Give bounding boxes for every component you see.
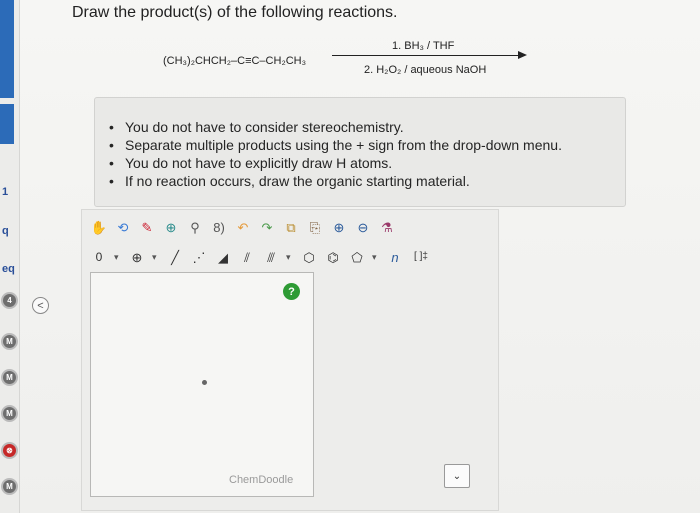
chevron-down-icon[interactable]: ▾ (286, 252, 294, 263)
reaction-arrow-head (518, 51, 527, 59)
flip-icon[interactable]: ⚲ (186, 218, 204, 236)
sidebar-label-2[interactable]: q (2, 225, 9, 237)
chevron-down-icon: ⌄ (452, 470, 462, 482)
sidebar-accent-mid (0, 104, 14, 144)
question-prompt: Draw the product(s) of the following rea… (72, 4, 398, 21)
sidebar-badge-4[interactable]: 4 (1, 292, 18, 309)
reactant-formula: (CH₃)₂CHCH₂–C≡C–CH₂CH₃ (163, 55, 307, 67)
hashed-bond-icon[interactable]: ⋰ (190, 248, 208, 266)
reagent-step-2: 2. H₂O₂ / aqueous NaOH (364, 64, 487, 76)
answer-dropdown[interactable]: ⌄ (444, 464, 470, 488)
sidebar-accent-top (0, 0, 14, 98)
chevron-down-icon[interactable]: ▾ (114, 252, 122, 263)
clean-icon[interactable]: ⚗ (378, 218, 396, 236)
editor-toolbar-top: ✋ ⟲ ✎ ⊕ ⚲ 8) ↶ ↷ ⧉ ⎘ ⊕ ⊖ ⚗ (90, 217, 396, 237)
triple-bond-icon[interactable]: ⫻ (262, 248, 280, 266)
bracket-icon[interactable]: [ ]‡ (410, 248, 432, 266)
benzene-icon[interactable]: ⌬ (324, 248, 342, 266)
chevron-down-icon[interactable]: ▾ (152, 252, 160, 263)
paste-icon[interactable]: ⎘ (306, 218, 324, 236)
lasso-icon[interactable]: ⟲ (114, 218, 132, 236)
reaction-arrow (332, 55, 522, 56)
instruction-item: You do not have to consider stereochemis… (109, 118, 625, 136)
instruction-item: If no reaction occurs, draw the organic … (109, 172, 625, 190)
collapse-sidebar-button[interactable]: < (32, 297, 49, 314)
page: 1 q eq 4 M M M ⊗ M < Draw the product(s)… (0, 0, 700, 513)
left-sidebar: 1 q eq 4 M M M ⊗ M (0, 0, 20, 513)
ring-bracket-icon[interactable]: 8) (210, 218, 228, 236)
sgroup-label: n (391, 249, 399, 265)
undo-icon[interactable]: ↶ (234, 218, 252, 236)
center-icon[interactable]: ⊕ (162, 218, 180, 236)
sidebar-label-3[interactable]: eq (2, 263, 15, 275)
cyclohexane-icon[interactable]: ⬡ (300, 248, 318, 266)
sidebar-label-1[interactable]: 1 (2, 186, 8, 198)
pan-hand-icon[interactable]: ✋ (90, 218, 108, 236)
single-bond-icon[interactable]: ╱ (166, 248, 184, 266)
instructions-box: You do not have to consider stereochemis… (94, 97, 626, 207)
zoom-in-icon[interactable]: ⊕ (330, 218, 348, 236)
add-charge-icon[interactable]: ⊕ (128, 248, 146, 266)
eraser-icon[interactable]: ✎ (138, 218, 156, 236)
canvas-cursor-dot (202, 380, 207, 385)
chemdoodle-watermark: ChemDoodle (229, 474, 294, 486)
sidebar-badge-m3[interactable]: M (1, 405, 18, 422)
sgroup-icon[interactable]: n (386, 248, 404, 266)
instruction-item: You do not have to explicitly draw H ato… (109, 154, 625, 172)
chevron-down-icon[interactable]: ▾ (372, 252, 380, 263)
sidebar-badge-m4[interactable]: M (1, 478, 18, 495)
editor-toolbar-bottom: 0 ▾ ⊕ ▾ ╱ ⋰ ◢ ⫽ ⫻ ▾ ⬡ ⌬ ⬠ ▾ n [ ]‡ (90, 247, 432, 267)
cyclopentane-icon[interactable]: ⬠ (348, 248, 366, 266)
help-button[interactable]: ? (283, 283, 300, 300)
sidebar-error-icon[interactable]: ⊗ (1, 442, 18, 459)
double-bond-icon[interactable]: ⫽ (238, 248, 256, 266)
wedge-bond-icon[interactable]: ◢ (214, 248, 232, 266)
sidebar-badge-m1[interactable]: M (1, 333, 18, 350)
instruction-item: Separate multiple products using the + s… (109, 136, 625, 154)
reagent-step-1: 1. BH₃ / THF (392, 40, 455, 52)
charge-selector[interactable]: 0 (90, 248, 108, 266)
zoom-out-icon[interactable]: ⊖ (354, 218, 372, 236)
copy-icon[interactable]: ⧉ (282, 218, 300, 236)
redo-icon[interactable]: ↷ (258, 218, 276, 236)
sidebar-badge-m2[interactable]: M (1, 369, 18, 386)
